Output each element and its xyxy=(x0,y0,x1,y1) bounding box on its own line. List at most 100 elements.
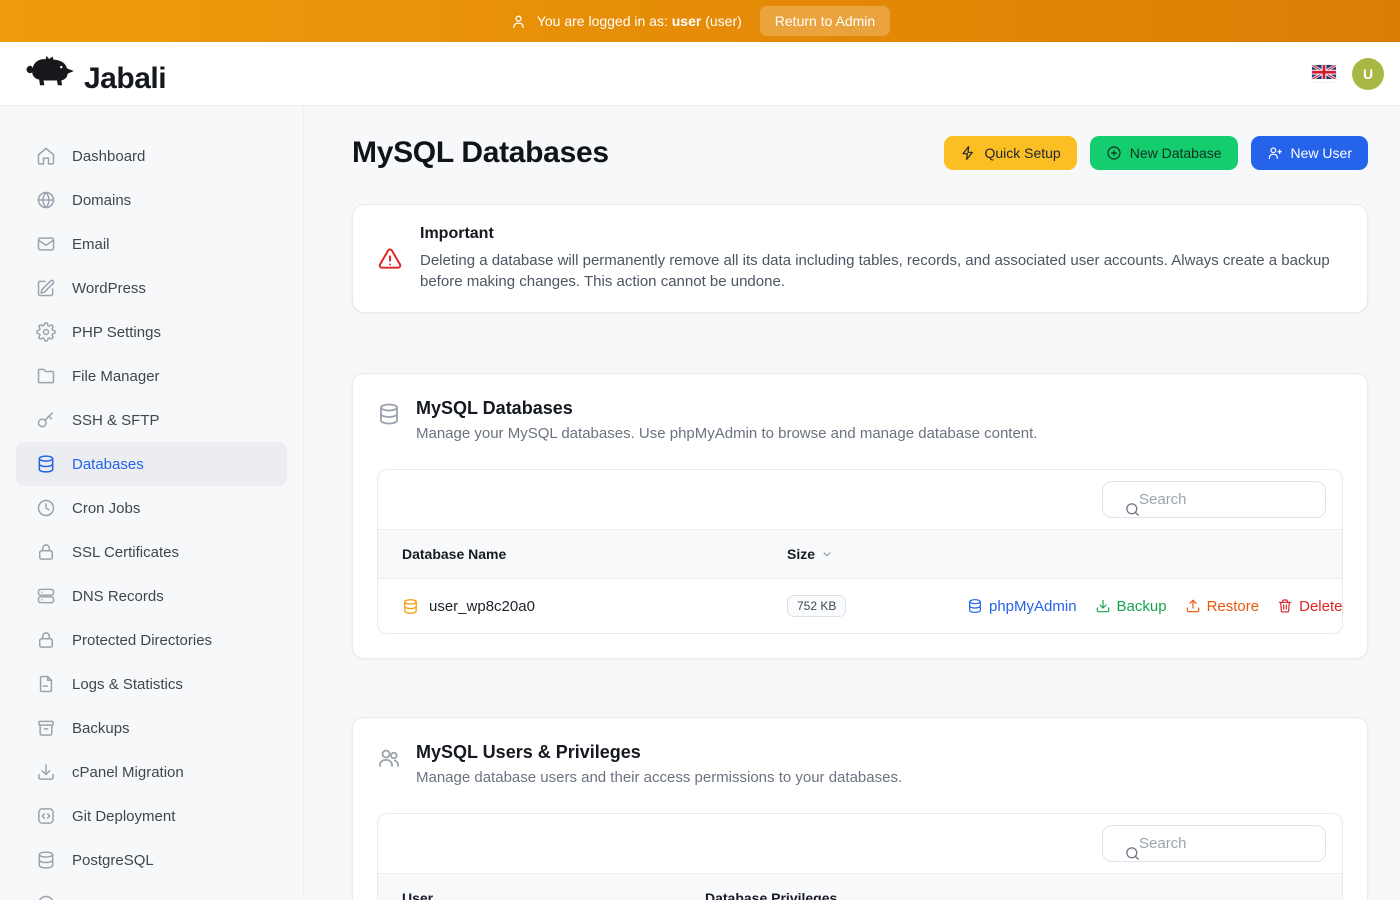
sidebar-item-domains[interactable]: Domains xyxy=(16,178,287,222)
download-icon xyxy=(36,762,56,782)
sidebar-item-email[interactable]: Email xyxy=(16,222,287,266)
impersonation-banner: You are logged in as: user (user) Return… xyxy=(0,0,1400,42)
warning-title: Important xyxy=(420,225,1343,243)
sidebar-item-label: DNS Records xyxy=(72,588,164,605)
quick-setup-button[interactable]: Quick Setup xyxy=(944,136,1076,170)
column-size-sort[interactable]: Size xyxy=(787,546,1318,562)
page-title: MySQL Databases xyxy=(352,136,609,170)
database-name: user_wp8c20a0 xyxy=(429,598,535,615)
trash-icon xyxy=(1277,598,1293,614)
circle-icon xyxy=(36,894,56,900)
sidebar-item-label: WordPress xyxy=(72,280,146,297)
globe-icon xyxy=(36,190,56,210)
user-avatar[interactable]: U xyxy=(1352,58,1384,90)
mysql-users-card: MySQL Users & Privileges Manage database… xyxy=(352,717,1368,900)
sidebar-item-label: Email xyxy=(72,236,110,253)
user-plus-icon xyxy=(1267,145,1283,161)
sidebar-item-cpanel-migration[interactable]: cPanel Migration xyxy=(16,750,287,794)
users-icon xyxy=(377,742,401,766)
brand-name: Jabali xyxy=(84,62,166,95)
sidebar-item-postgresql[interactable]: PostgreSQL xyxy=(16,838,287,882)
sidebar-item-label: Protected Directories xyxy=(72,632,212,649)
sidebar-item-label: Git Deployment xyxy=(72,808,175,825)
logged-in-prefix: You are logged in as: xyxy=(537,13,668,29)
sidebar-item-ssl-certificates[interactable]: SSL Certificates xyxy=(16,530,287,574)
database-name-cell: user_wp8c20a0 xyxy=(402,598,787,615)
sidebar-item-databases[interactable]: Databases xyxy=(16,442,287,486)
app-header: Jabali U xyxy=(0,42,1400,106)
users-search xyxy=(1102,825,1326,862)
important-warning-card: Important Deleting a database will perma… xyxy=(352,204,1368,313)
sidebar-item-wordpress[interactable]: WordPress xyxy=(16,266,287,310)
users-table-header: User Database Privileges xyxy=(378,873,1342,900)
sidebar-item-php-settings[interactable]: PHP Settings xyxy=(16,310,287,354)
sidebar-item-label: PHP Settings xyxy=(72,324,161,341)
databases-table-panel: Database Name Size user_wp8c20a0 752 KB ph… xyxy=(377,469,1343,634)
sidebar-item-ssh-sftp[interactable]: SSH & SFTP xyxy=(16,398,287,442)
databases-card-subtitle: Manage your MySQL databases. Use phpMyAd… xyxy=(416,425,1037,442)
new-database-button[interactable]: New Database xyxy=(1090,136,1238,170)
logged-in-suffix: (user) xyxy=(705,13,742,29)
column-database-privileges: Database Privileges xyxy=(705,890,1318,900)
file-text-icon xyxy=(36,674,56,694)
return-to-admin-button[interactable]: Return to Admin xyxy=(760,6,890,36)
new-user-button[interactable]: New User xyxy=(1251,136,1368,170)
database-icon xyxy=(36,454,56,474)
users-table-panel: User Database Privileges xyxy=(377,813,1343,900)
edit-icon xyxy=(36,278,56,298)
key-icon xyxy=(36,410,56,430)
plus-circle-icon xyxy=(1106,145,1122,161)
gear-icon xyxy=(36,322,56,342)
chevron-down-icon xyxy=(820,547,834,561)
zap-icon xyxy=(960,145,976,161)
sidebar-item-cron-jobs[interactable]: Cron Jobs xyxy=(16,486,287,530)
column-database-name: Database Name xyxy=(402,546,787,562)
phpmyadmin-link[interactable]: phpMyAdmin xyxy=(967,598,1077,615)
brand-logo[interactable]: Jabali xyxy=(24,52,166,95)
sidebar-item-dashboard[interactable]: Dashboard xyxy=(16,134,287,178)
code-icon xyxy=(36,806,56,826)
uk-flag-icon[interactable] xyxy=(1312,65,1336,82)
sidebar-item-label: Backups xyxy=(72,720,130,737)
restore-link[interactable]: Restore xyxy=(1185,598,1260,615)
main-content: MySQL Databases Quick Setup New Database… xyxy=(304,106,1400,900)
backup-link[interactable]: Backup xyxy=(1095,598,1167,615)
sidebar-item-file-manager[interactable]: File Manager xyxy=(16,354,287,398)
sidebar-item-label: File Manager xyxy=(72,368,160,385)
sidebar-item-label: Cron Jobs xyxy=(72,500,140,517)
column-user: User xyxy=(402,890,705,900)
users-card-title: MySQL Users & Privileges xyxy=(416,742,902,763)
sidebar-item-logs-statistics[interactable]: Logs & Statistics xyxy=(16,662,287,706)
folder-icon xyxy=(36,366,56,386)
sidebar-item-label: Logs & Statistics xyxy=(72,676,183,693)
mysql-databases-card: MySQL Databases Manage your MySQL databa… xyxy=(352,373,1368,659)
size-badge: 752 KB xyxy=(787,595,846,617)
users-search-input[interactable] xyxy=(1102,825,1326,862)
archive-icon xyxy=(36,718,56,738)
lock-icon xyxy=(36,542,56,562)
sidebar-item-dns-records[interactable]: DNS Records xyxy=(16,574,287,618)
clock-icon xyxy=(36,498,56,518)
server-icon xyxy=(36,586,56,606)
sidebar-item-partial[interactable] xyxy=(16,882,287,900)
databases-card-title: MySQL Databases xyxy=(416,398,1037,419)
databases-search xyxy=(1102,481,1326,518)
sidebar-item-label: SSH & SFTP xyxy=(72,412,160,429)
databases-search-input[interactable] xyxy=(1102,481,1326,518)
database-icon xyxy=(967,598,983,614)
mail-icon xyxy=(36,234,56,254)
sidebar-item-backups[interactable]: Backups xyxy=(16,706,287,750)
sidebar-item-label: Dashboard xyxy=(72,148,145,165)
lock-icon xyxy=(36,630,56,650)
warthog-logo-icon xyxy=(24,52,76,95)
home-icon xyxy=(36,146,56,166)
delete-link[interactable]: Delete xyxy=(1277,598,1342,615)
search-icon xyxy=(1113,835,1130,852)
sidebar-item-protected-directories[interactable]: Protected Directories xyxy=(16,618,287,662)
sidebar-nav: Dashboard Domains Email WordPress PHP Settin… xyxy=(0,106,304,900)
sidebar-item-label: SSL Certificates xyxy=(72,544,179,561)
user-icon xyxy=(510,13,527,30)
sidebar-item-git-deployment[interactable]: Git Deployment xyxy=(16,794,287,838)
database-table-row: user_wp8c20a0 752 KB phpMyAdmin Backup Resto… xyxy=(378,579,1342,633)
sidebar-item-label: cPanel Migration xyxy=(72,764,184,781)
